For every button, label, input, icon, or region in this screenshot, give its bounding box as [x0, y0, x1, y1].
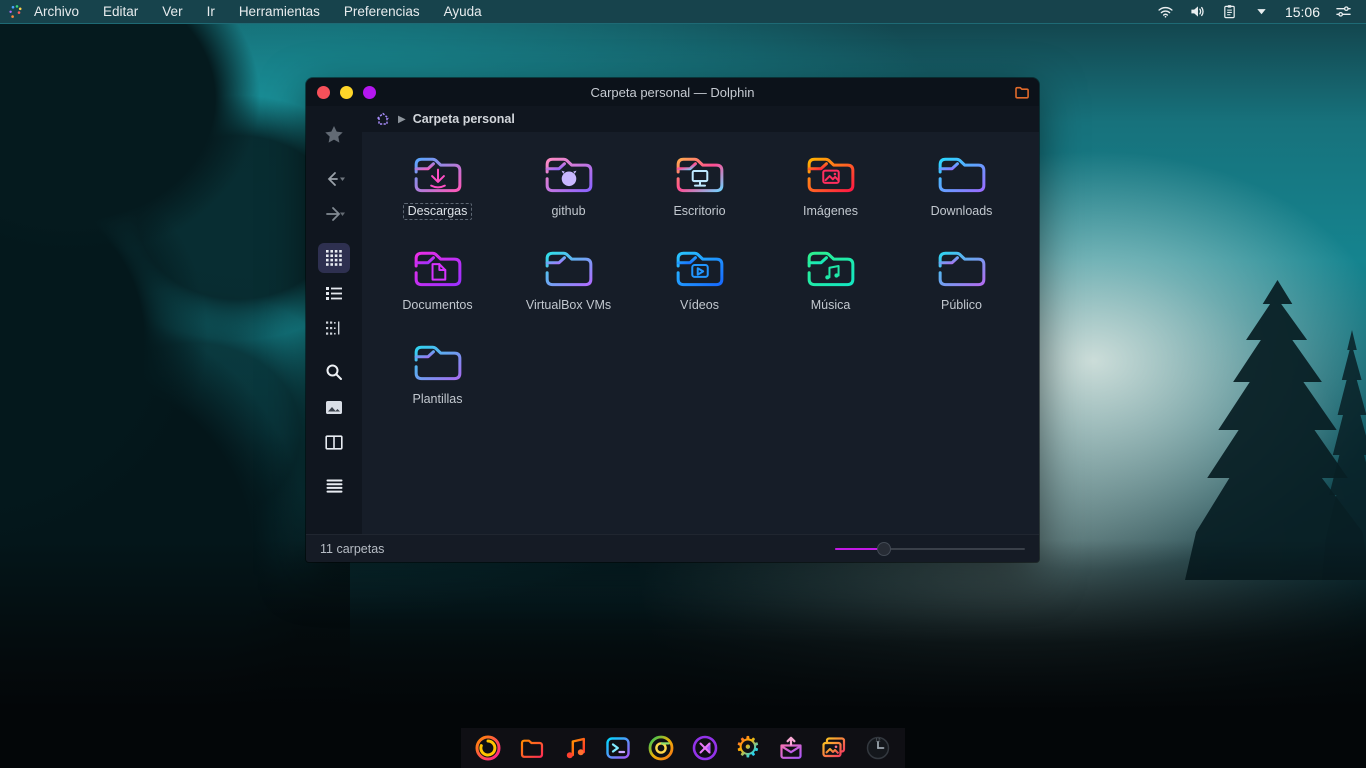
- zoom-slider[interactable]: [835, 541, 1025, 556]
- folder-label: Imágenes: [803, 204, 858, 218]
- icons-view-button[interactable]: [318, 243, 350, 273]
- statusbar: 11 carpetas: [306, 534, 1039, 562]
- wifi-icon[interactable]: [1157, 3, 1174, 20]
- folder-label: Downloads: [930, 204, 993, 218]
- folder-item-github[interactable]: github: [503, 138, 634, 232]
- mail-icon[interactable]: [775, 732, 807, 764]
- clock-text[interactable]: 15:06: [1285, 4, 1320, 20]
- code-editor-icon[interactable]: [689, 732, 721, 764]
- folder-icon: [800, 240, 862, 296]
- breadcrumb-location[interactable]: Carpeta personal: [413, 112, 515, 126]
- favorites-star-icon[interactable]: [318, 120, 350, 150]
- breadcrumb-separator-icon: ▶: [398, 113, 406, 125]
- folder-label: Documentos: [402, 298, 473, 312]
- global-menubar: Archivo Editar Ver Ir Herramientas Preferenci…: [0, 0, 1366, 24]
- folder-item-descargas[interactable]: Descargas: [372, 138, 503, 232]
- list-view-button[interactable]: [318, 278, 350, 308]
- folder-icon: [800, 146, 862, 202]
- folder-item-downloads[interactable]: Downloads: [896, 138, 1027, 232]
- folder-icon: [538, 146, 600, 202]
- folder-grid: Descargas github Escritorio Imágenes Dow…: [372, 138, 1027, 420]
- menu-item-preferencias[interactable]: Preferencias: [344, 4, 420, 19]
- menu-item-herramientas[interactable]: Herramientas: [239, 4, 320, 19]
- window-title: Carpeta personal — Dolphin: [590, 84, 755, 100]
- folder-item-imágenes[interactable]: Imágenes: [765, 138, 896, 232]
- breadcrumb[interactable]: ▶ Carpeta personal: [375, 111, 515, 127]
- menu-item-ver[interactable]: Ver: [162, 4, 182, 19]
- status-items-count: 11 carpetas: [320, 541, 385, 556]
- settings-gear-icon[interactable]: ⚙: [732, 732, 764, 764]
- menu-item-editar[interactable]: Editar: [103, 4, 138, 19]
- titlebar[interactable]: Carpeta personal — Dolphin: [306, 78, 1039, 106]
- folder-item-plantillas[interactable]: Plantillas: [372, 326, 503, 420]
- folder-label: Plantillas: [412, 392, 463, 406]
- terminal-icon[interactable]: [602, 732, 634, 764]
- folder-label: github: [551, 204, 586, 218]
- desktop: Archivo Editar Ver Ir Herramientas Preferenci…: [0, 0, 1366, 768]
- preview-image-icon[interactable]: [318, 392, 350, 422]
- gallery-icon[interactable]: [818, 732, 850, 764]
- folder-label: Descargas: [402, 203, 473, 220]
- folder-item-público[interactable]: Público: [896, 232, 1027, 326]
- slider-fill: [835, 547, 881, 550]
- folder-label: Música: [810, 298, 851, 312]
- folder-icon: [669, 146, 731, 202]
- search-icon[interactable]: [318, 357, 350, 387]
- dock-panel: ⚙ 12: [461, 728, 905, 768]
- music-player-icon[interactable]: [559, 732, 591, 764]
- folder-icon: [931, 146, 993, 202]
- folder-item-virtualbox-vms[interactable]: VirtualBox VMs: [503, 232, 634, 326]
- folder-item-documentos[interactable]: Documentos: [372, 232, 503, 326]
- folder-label: VirtualBox VMs: [525, 298, 612, 312]
- menu-hamburger-icon[interactable]: [318, 471, 350, 501]
- gear-glyph: ⚙: [734, 732, 761, 764]
- folder-item-vídeos[interactable]: Vídeos: [634, 232, 765, 326]
- folder-label: Escritorio: [673, 204, 726, 218]
- folder-view[interactable]: Descargas github Escritorio Imágenes Dow…: [362, 132, 1039, 534]
- back-button[interactable]: [318, 164, 350, 194]
- folder-item-escritorio[interactable]: Escritorio: [634, 138, 765, 232]
- split-view-icon[interactable]: [318, 427, 350, 457]
- folder-icon: [407, 334, 469, 390]
- compact-view-button[interactable]: [318, 313, 350, 343]
- chromium-icon[interactable]: [645, 732, 677, 764]
- menu-item-ayuda[interactable]: Ayuda: [444, 4, 482, 19]
- menu-item-archivo[interactable]: Archivo: [34, 4, 79, 19]
- folder-icon: [669, 240, 731, 296]
- folder-icon: [407, 240, 469, 296]
- forward-button[interactable]: [318, 199, 350, 229]
- home-icon[interactable]: [375, 111, 391, 127]
- folder-icon: [407, 146, 469, 202]
- folder-icon: [538, 240, 600, 296]
- folder-icon: [931, 240, 993, 296]
- system-tray: 15:06: [1157, 3, 1366, 20]
- chevron-down-icon[interactable]: [1253, 3, 1270, 20]
- firefox-icon[interactable]: [472, 732, 504, 764]
- folder-item-música[interactable]: Música: [765, 232, 896, 326]
- clock-widget-icon[interactable]: 12: [862, 732, 894, 764]
- slider-knob[interactable]: [876, 541, 891, 556]
- folder-label: Público: [941, 298, 982, 312]
- volume-icon[interactable]: [1189, 3, 1206, 20]
- file-manager-icon[interactable]: [516, 732, 548, 764]
- dolphin-window: Carpeta personal — Dolphin ▶ Carpeta per…: [306, 78, 1039, 562]
- menu-items: Archivo Editar Ver Ir Herramientas Preferenci…: [34, 4, 482, 19]
- folder-label: Vídeos: [680, 298, 719, 312]
- menu-item-ir[interactable]: Ir: [207, 4, 215, 19]
- location-toolbar: ▶ Carpeta personal: [362, 106, 1039, 132]
- app-menu-icon[interactable]: [8, 4, 24, 20]
- tune-sliders-icon[interactable]: [1335, 3, 1352, 20]
- side-toolbar: [306, 106, 362, 534]
- clipboard-icon[interactable]: [1221, 3, 1238, 20]
- window-app-icon: [1015, 86, 1029, 99]
